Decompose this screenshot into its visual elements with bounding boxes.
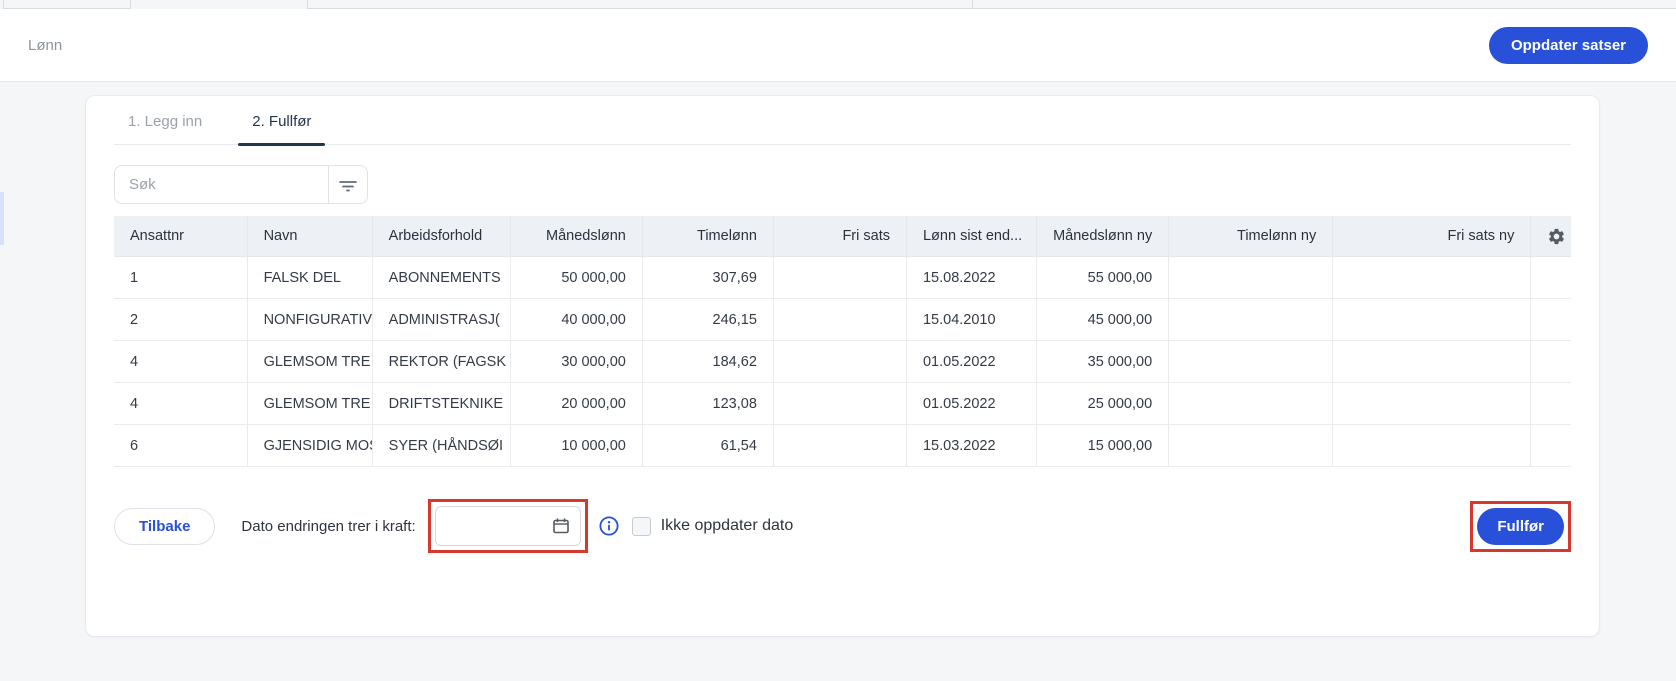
- filter-icon: [338, 177, 358, 193]
- column-header[interactable]: Fri sats: [772, 216, 907, 257]
- table-cell: [1168, 256, 1334, 299]
- table-cell: [1530, 298, 1571, 341]
- tab-legg-inn[interactable]: 1. Legg inn: [114, 113, 216, 144]
- table-cell: 35 000,00: [1036, 340, 1170, 383]
- table-cell: [1332, 424, 1532, 467]
- calendar-icon[interactable]: [552, 517, 570, 535]
- table-row: 4 GLEMSOM TRE DRIFTSTEKNIKE 20 000,00 123,08…: [114, 382, 1571, 425]
- info-icon[interactable]: [598, 515, 620, 537]
- table-cell: [772, 424, 907, 467]
- table-cell: [1168, 340, 1334, 383]
- column-header[interactable]: Timelønn: [641, 216, 774, 257]
- submit-button[interactable]: Fullfør: [1477, 507, 1564, 545]
- tab-fullfor[interactable]: 2. Fullfør: [238, 113, 326, 146]
- column-header[interactable]: Fri sats ny: [1332, 216, 1532, 257]
- table-cell: [772, 298, 907, 341]
- skip-date-checkbox[interactable]: [631, 516, 651, 536]
- search-group: [114, 165, 368, 204]
- gear-icon[interactable]: [1547, 227, 1565, 246]
- table-cell: 50 000,00: [509, 256, 643, 299]
- step-tabs: 1. Legg inn 2. Fullfør: [114, 96, 1571, 146]
- table-cell: FALSK DEL: [246, 256, 373, 299]
- date-highlight-box: [427, 499, 588, 553]
- page-title: Lønn: [28, 36, 63, 54]
- table-cell: [1530, 382, 1571, 425]
- column-header[interactable]: Lønn sist end...: [905, 216, 1038, 257]
- search-input[interactable]: [115, 166, 328, 203]
- table-cell: [1530, 256, 1571, 299]
- table-cell: 15.03.2022: [905, 424, 1038, 467]
- table-cell: [1168, 298, 1334, 341]
- table-cell: 4: [114, 340, 248, 383]
- table-cell: [772, 382, 907, 425]
- table-cell: [772, 256, 907, 299]
- table-row: 4 GLEMSOM TRE REKTOR (FAGSK 30 000,00 184,62…: [114, 340, 1571, 383]
- filter-button[interactable]: [328, 166, 367, 203]
- table-cell: 6: [114, 424, 248, 467]
- skip-date-label: Ikke oppdater dato: [660, 517, 794, 534]
- table-cell: [1332, 298, 1532, 341]
- back-button[interactable]: Tilbake: [114, 507, 216, 545]
- table-row: 1 FALSK DEL ABONNEMENTS 50 000,00 307,69 15.0…: [114, 256, 1571, 299]
- table-cell: 184,62: [641, 340, 774, 383]
- table-cell: ABONNEMENTS: [371, 256, 511, 299]
- table-cell: ADMINISTRASJ(: [371, 298, 511, 341]
- table-cell: 61,54: [641, 424, 774, 467]
- content-card: 1. Legg inn 2. Fullfør Ansattn: [85, 95, 1600, 637]
- table-cell: NONFIGURATIV: [246, 298, 373, 341]
- column-header[interactable]: Arbeidsforhold: [371, 216, 511, 257]
- update-rates-button[interactable]: Oppdater satser: [1488, 26, 1648, 64]
- table-cell: [1332, 382, 1532, 425]
- table-row: 6 GJENSIDIG MOS SYER (HÅNDSØI 10 000,00 61,5…: [114, 424, 1571, 467]
- table-cell: 25 000,00: [1036, 382, 1170, 425]
- table-cell: 15 000,00: [1036, 424, 1170, 467]
- table-cell: 15.08.2022: [905, 256, 1038, 299]
- table-cell: 01.05.2022: [905, 340, 1038, 383]
- table-cell: [1168, 382, 1334, 425]
- table-cell: [1530, 340, 1571, 383]
- effective-date-input[interactable]: [445, 516, 550, 536]
- table-cell: 307,69: [641, 256, 774, 299]
- submit-highlight-box: Fullfør: [1470, 500, 1571, 552]
- footer-controls: Tilbake Dato endringen trer i kraft: Ikk…: [114, 499, 1571, 553]
- table-cell: 4: [114, 382, 248, 425]
- column-header[interactable]: Timelønn ny: [1168, 216, 1334, 257]
- column-header[interactable]: Månedslønn ny: [1036, 216, 1170, 257]
- table-row: 2 NONFIGURATIV ADMINISTRASJ(40 000,00 246,1…: [114, 298, 1571, 341]
- table-cell: [1530, 424, 1571, 467]
- table-cell: [1168, 424, 1334, 467]
- date-field[interactable]: [434, 506, 581, 546]
- column-header[interactable]: Ansattnr: [114, 216, 248, 257]
- table-header-row: Ansattnr Navn Arbeidsforhold Månedslønn Time…: [114, 216, 1571, 257]
- table-cell: SYER (HÅNDSØI: [371, 424, 511, 467]
- table-cell: [1332, 256, 1532, 299]
- table-cell: 246,15: [641, 298, 774, 341]
- table-cell: 15.04.2010: [905, 298, 1038, 341]
- table-cell: [772, 340, 907, 383]
- table-cell: 1: [114, 256, 248, 299]
- left-edge-highlight: [0, 192, 4, 245]
- salary-table: Ansattnr Navn Arbeidsforhold Månedslønn Time…: [114, 216, 1571, 467]
- effective-date-label: Dato endringen trer i kraft:: [241, 517, 416, 535]
- column-header[interactable]: Månedslønn: [509, 216, 643, 257]
- table-cell: 45 000,00: [1036, 298, 1170, 341]
- table-cell: 40 000,00: [509, 298, 643, 341]
- table-cell: 20 000,00: [509, 382, 643, 425]
- table-cell: GJENSIDIG MOS: [246, 424, 373, 467]
- table-cell: DRIFTSTEKNIKE: [371, 382, 511, 425]
- table-cell: GLEMSOM TRE: [246, 340, 373, 383]
- table-cell: 10 000,00: [509, 424, 643, 467]
- search-row: [114, 165, 1571, 204]
- settings-column-header[interactable]: [1530, 216, 1571, 257]
- table-cell: 30 000,00: [509, 340, 643, 383]
- table-cell: 01.05.2022: [905, 382, 1038, 425]
- table-cell: 2: [114, 298, 248, 341]
- table-cell: 55 000,00: [1036, 256, 1170, 299]
- table-cell: [1332, 340, 1532, 383]
- table-cell: GLEMSOM TRE: [246, 382, 373, 425]
- table-cell: 123,08: [641, 382, 774, 425]
- column-header[interactable]: Navn: [246, 216, 373, 257]
- table-cell: REKTOR (FAGSK: [371, 340, 511, 383]
- app-header: Lønn Oppdater satser: [0, 9, 1676, 82]
